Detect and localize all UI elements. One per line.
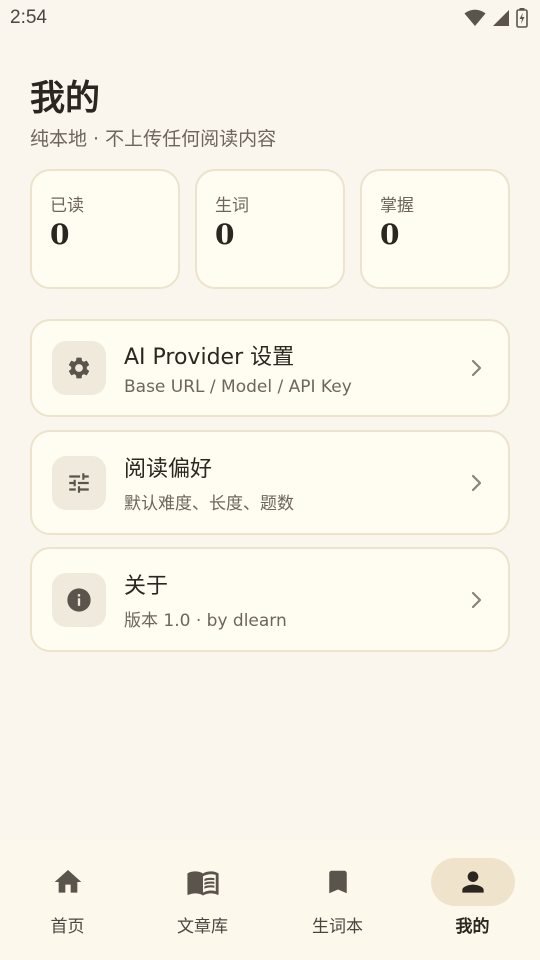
stat-card-words: 生词 0 — [195, 169, 345, 289]
settings-item-about[interactable]: 关于 版本 1.0 · by dlearn — [30, 547, 510, 652]
nav-item-profile[interactable]: 我的 — [405, 840, 540, 960]
chevron-right-icon — [471, 474, 482, 491]
nav-item-home[interactable]: 首页 — [0, 840, 135, 960]
chevron-right-icon — [471, 359, 482, 377]
nav-item-articles[interactable]: 文章库 — [135, 840, 270, 960]
sliders-icon — [69, 472, 89, 493]
nav-pill — [26, 858, 110, 906]
info-icon — [67, 587, 91, 612]
nav-label: 首页 — [50, 917, 85, 937]
stat-value: 0 — [50, 218, 70, 251]
settings-desc: 版本 1.0 · by dlearn — [124, 611, 287, 631]
nav-pill-active — [430, 858, 515, 906]
stat-label: 生词 — [215, 196, 249, 216]
status-time: 2:54 — [10, 7, 47, 28]
stat-label: 已读 — [50, 196, 84, 216]
stat-value: 0 — [380, 218, 400, 251]
settings-icon-box — [52, 455, 106, 510]
bottom-nav: 首页 文章库 生词本 我的 — [0, 840, 540, 960]
settings-text: AI Provider 设置 Base URL / Model / API Ke… — [124, 339, 464, 397]
settings-title: 关于 — [124, 574, 169, 599]
settings-icon-box — [52, 341, 106, 395]
settings-title: 阅读偏好 — [124, 457, 213, 482]
settings-desc: 默认难度、长度、题数 — [124, 494, 294, 514]
battery-icon — [516, 8, 528, 28]
stat-card-mastered: 掌握 0 — [360, 169, 510, 289]
wifi-icon — [464, 9, 486, 26]
page-title: 我的 — [30, 79, 101, 119]
settings-text: 关于 版本 1.0 · by dlearn — [124, 568, 464, 631]
stat-value: 0 — [215, 218, 235, 251]
settings-item-reading-preferences[interactable]: 阅读偏好 默认难度、长度、题数 — [30, 430, 510, 535]
person-icon — [461, 871, 484, 893]
book-icon — [186, 871, 219, 896]
settings-item-ai-provider[interactable]: AI Provider 设置 Base URL / Model / API Ke… — [30, 319, 510, 417]
gear-icon — [68, 357, 90, 379]
bookmark-icon — [328, 870, 347, 894]
stats-row: 已读 0 生词 0 掌握 0 — [30, 169, 510, 289]
nav-pill — [161, 858, 245, 906]
status-icons — [464, 8, 528, 28]
settings-text: 阅读偏好 默认难度、长度、题数 — [124, 451, 464, 514]
chevron-right-icon — [471, 591, 482, 608]
nav-item-vocabulary[interactable]: 生词本 — [270, 840, 405, 960]
signal-icon — [493, 10, 509, 26]
page-subtitle: 纯本地 · 不上传任何阅读内容 — [30, 128, 277, 150]
settings-title: AI Provider 设置 — [124, 345, 295, 370]
nav-label: 我的 — [455, 917, 490, 937]
status-bar: 2:54 — [0, 0, 540, 36]
stat-label: 掌握 — [380, 196, 414, 216]
nav-label: 生词本 — [312, 917, 363, 937]
nav-pill — [296, 858, 380, 906]
stat-card-read: 已读 0 — [30, 169, 180, 289]
settings-desc: Base URL / Model / API Key — [124, 377, 352, 397]
nav-label: 文章库 — [177, 917, 228, 937]
settings-icon-box — [52, 572, 106, 627]
home-icon — [54, 870, 81, 893]
